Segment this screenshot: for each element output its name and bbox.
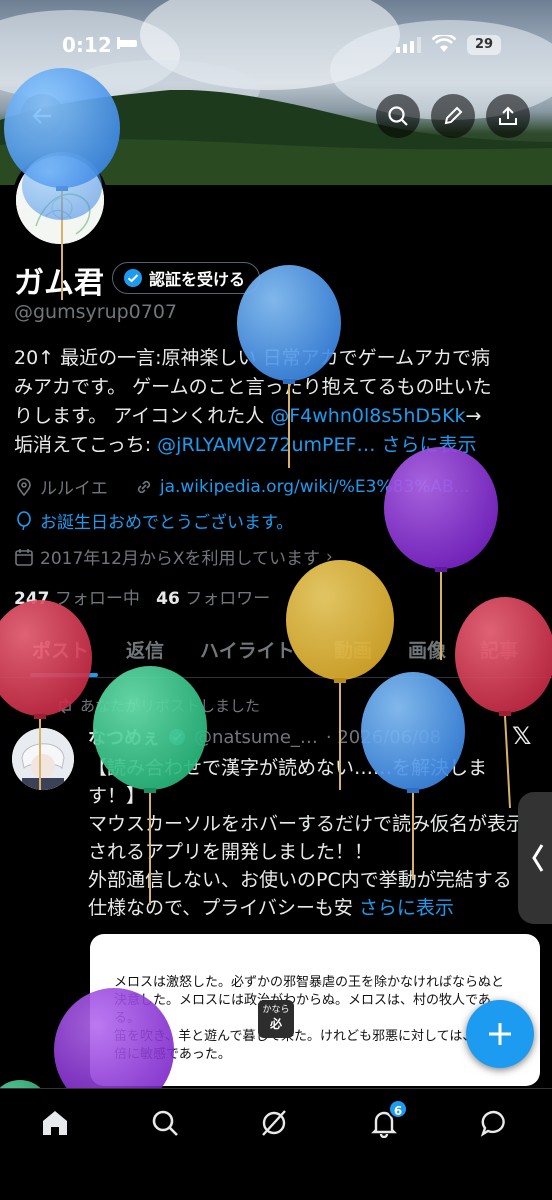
card-text: メロスは激怒した。必ずかの邪智暴虐の王を除かなければならぬと決意した。メロスには…: [114, 975, 505, 1062]
furigana-kanji: 必: [269, 1017, 282, 1031]
home-icon: [43, 1111, 67, 1135]
plus-icon: [489, 1023, 511, 1045]
x-logo-icon: 𝕏: [512, 722, 532, 750]
profile-bio: 20↑ 最近の一言:原神楽しい 日常アカでゲームアカで病 みアカです。 ゲームの…: [14, 344, 544, 460]
verified-badge-icon: [168, 728, 186, 746]
display-name: ガム君: [14, 266, 104, 301]
location-text: ルルイエ: [40, 479, 108, 499]
following-count: 247: [14, 589, 50, 609]
post-show-more-link[interactable]: さらに表示: [359, 897, 454, 919]
get-verified-button[interactable]: 認証を受ける: [112, 262, 261, 294]
share-button[interactable]: [486, 94, 530, 138]
avatar-illustration: [12, 728, 74, 790]
tab-posts[interactable]: ポスト: [32, 636, 89, 663]
search-icon: [152, 1110, 178, 1136]
wifi-icon: [432, 35, 456, 52]
nav-notifications[interactable]: 6: [364, 1099, 408, 1143]
tab-videos[interactable]: 動画: [334, 636, 372, 663]
post-body-text: 【読み合わせで漢字が読めない……を解決します！】 マウスカーソルをホバーするだけ…: [88, 757, 526, 919]
bio-line: 20↑ 最近の一言:原神楽しい 日常アカでゲームアカで病: [14, 347, 491, 369]
repost-note-text: あなたがリポストしました: [80, 697, 261, 715]
compose-post-button[interactable]: [466, 1000, 534, 1068]
sleep-icon: [117, 37, 137, 49]
chevron-right-icon: ›: [326, 546, 333, 567]
website-link[interactable]: ja.wikipedia.org/wiki/%E3%83%AB...: [160, 477, 470, 497]
following-label: フォロー中: [54, 589, 140, 609]
pencil-icon: [444, 106, 463, 125]
nav-messages[interactable]: [474, 1103, 514, 1143]
avatar-illustration: [16, 156, 104, 244]
bio-show-more-link[interactable]: さらに表示: [382, 434, 477, 456]
share-icon: [499, 106, 517, 125]
tab-replies[interactable]: 返信: [126, 636, 164, 663]
location-pin-icon: [17, 477, 31, 496]
link-icon: [137, 480, 150, 493]
joined-text: 2017年12月からXを利用しています: [40, 549, 321, 569]
profile-tabs: ポスト 返信 ハイライト 動画 画像 記事: [0, 622, 552, 678]
furigana-reading: かなら: [262, 1005, 290, 1015]
post-author-avatar[interactable]: [12, 728, 74, 790]
bio-text: →: [465, 405, 482, 427]
side-panel-handle[interactable]: [518, 792, 552, 924]
search-button[interactable]: [376, 94, 420, 138]
furigana-badge: かなら 必: [258, 1000, 294, 1038]
profile-meta-birthday: お誕生日おめでとうございます。: [14, 508, 293, 533]
profile-meta-joined: 2017年12月からXを利用しています ›: [14, 544, 333, 569]
follow-stats: 247 フォロー中 46 フォロワー: [14, 584, 270, 609]
notification-badge: 6: [388, 1099, 408, 1119]
search-icon: [388, 106, 408, 126]
followers-count: 46: [156, 589, 180, 609]
tab-highlights[interactable]: ハイライト: [200, 636, 295, 663]
message-icon: [480, 1110, 505, 1137]
bio-line: りします。 アイコンくれた人 @F4whn0l8s5hD5Kk→: [14, 402, 544, 431]
signal-icon: [396, 37, 421, 53]
edit-button[interactable]: [431, 94, 475, 138]
grok-icon: [262, 1110, 286, 1136]
status-bar: 0:12 29: [0, 0, 552, 90]
arrow-left-icon: [32, 108, 51, 124]
get-verified-label: 認証を受ける: [149, 270, 246, 289]
profile-avatar[interactable]: [12, 152, 108, 248]
verified-badge-icon: [124, 269, 142, 287]
battery-indicator: 29: [467, 35, 501, 55]
chevron-left-icon: [532, 844, 544, 872]
post-author-name[interactable]: なつめぇ: [88, 724, 160, 750]
profile-handle: @gumsyrup0707: [14, 301, 178, 323]
back-button[interactable]: [20, 94, 64, 138]
profile-meta-location: ルルイエ ja.wikipedia.org/wiki/%E3%83%AB...: [14, 474, 470, 499]
nav-explore[interactable]: [145, 1103, 185, 1143]
bottom-navigation: 6: [0, 1088, 552, 1200]
followers-label: フォロワー: [185, 589, 271, 609]
mention-link[interactable]: @jRLYAMV272umPEF…: [157, 434, 375, 456]
post-author-handle: @natsume_…: [194, 726, 318, 748]
repost-icon: [59, 697, 71, 714]
nav-grok[interactable]: [254, 1103, 294, 1143]
bio-line: みアカです。 ゲームのこと言ったり抱えてるもの吐いた: [14, 376, 492, 398]
active-tab-indicator: [30, 673, 98, 677]
post-media-card[interactable]: メロスは激怒した。必ずかの邪智暴虐の王を除かなければならぬと決意した。メロスには…: [90, 934, 540, 1086]
tab-articles[interactable]: 記事: [480, 636, 518, 663]
repost-note: あなたがリポストしました: [56, 695, 260, 716]
bio-line: 垢消えてこっち: @jRLYAMV272umPEF… さらに表示: [14, 431, 544, 460]
mention-link[interactable]: @F4whn0l8s5hD5Kk: [270, 405, 465, 427]
nav-home[interactable]: [35, 1103, 75, 1143]
post-header: なつめぇ @natsume_… · 2026/06/08: [88, 724, 441, 750]
birthday-text: お誕生日おめでとうございます。: [40, 513, 294, 533]
following-link[interactable]: 247 フォロー中: [14, 589, 140, 609]
followers-link[interactable]: 46 フォロワー: [156, 589, 270, 609]
bio-text: 垢消えてこっち:: [14, 434, 158, 456]
post-text: 【読み合わせで漢字が読めない……を解決します！】 マウスカーソルをホバーするだけ…: [88, 754, 528, 922]
calendar-icon: [15, 548, 33, 566]
post-date: · 2026/06/08: [325, 726, 442, 748]
balloon-icon: [17, 510, 31, 530]
tab-media[interactable]: 画像: [408, 636, 446, 663]
bio-text: りします。 アイコンくれた人: [14, 405, 271, 427]
status-time: 0:12: [62, 33, 112, 57]
